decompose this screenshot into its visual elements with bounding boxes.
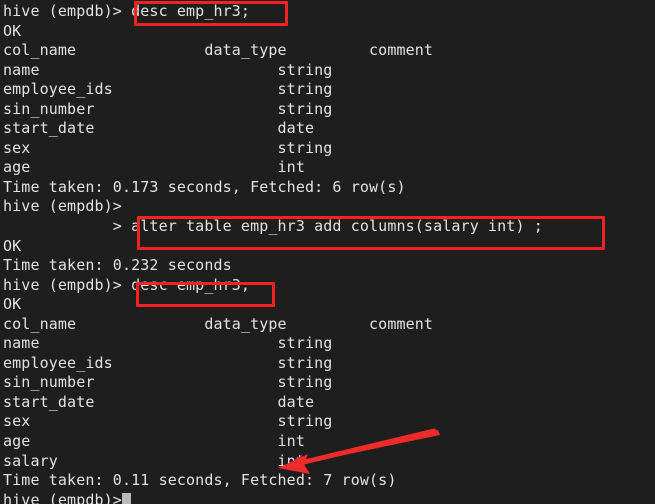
terminal-line: name string (3, 60, 333, 79)
terminal-line: age int (3, 432, 305, 451)
terminal-output: hive (empdb)> desc emp_hr3; OK col_name … (0, 0, 655, 504)
terminal-line: Time taken: 0.232 seconds (3, 256, 232, 275)
text-cursor (121, 492, 131, 504)
terminal-line: employee_ids string (3, 80, 333, 99)
terminal-line: salary int (3, 451, 305, 470)
terminal-line: Time taken: 0.11 seconds, Fetched: 7 row… (3, 471, 397, 490)
terminal-line: hive (empdb)> (3, 197, 122, 216)
terminal-line: col_name data_type comment (3, 41, 434, 60)
terminal-window[interactable]: hive (empdb)> desc emp_hr3; OK col_name … (0, 0, 655, 504)
terminal-line: start_date date (3, 119, 315, 138)
terminal-line: hive (empdb)> desc emp_hr3; (3, 275, 251, 294)
terminal-line: sex string (3, 412, 333, 431)
terminal-line: sex string (3, 138, 333, 157)
terminal-line: employee_ids string (3, 353, 333, 372)
terminal-line: col_name data_type comment (3, 314, 434, 333)
terminal-line: OK (3, 21, 22, 40)
terminal-line: name string (3, 334, 333, 353)
terminal-line: OK (3, 295, 22, 314)
terminal-prompt-line[interactable]: hive (empdb)> (0, 491, 655, 504)
terminal-line: start_date date (3, 392, 315, 411)
terminal-line: age int (3, 158, 305, 177)
prompt-text: hive (empdb)> (3, 490, 122, 504)
terminal-line: Time taken: 0.173 seconds, Fetched: 6 ro… (3, 177, 406, 196)
terminal-line: sin_number string (3, 373, 333, 392)
terminal-line: > alter table emp_hr3 add columns(salary… (3, 217, 543, 236)
terminal-line: hive (empdb)> desc emp_hr3; (3, 2, 251, 20)
terminal-line: OK (3, 236, 22, 255)
terminal-line: sin_number string (3, 99, 333, 118)
